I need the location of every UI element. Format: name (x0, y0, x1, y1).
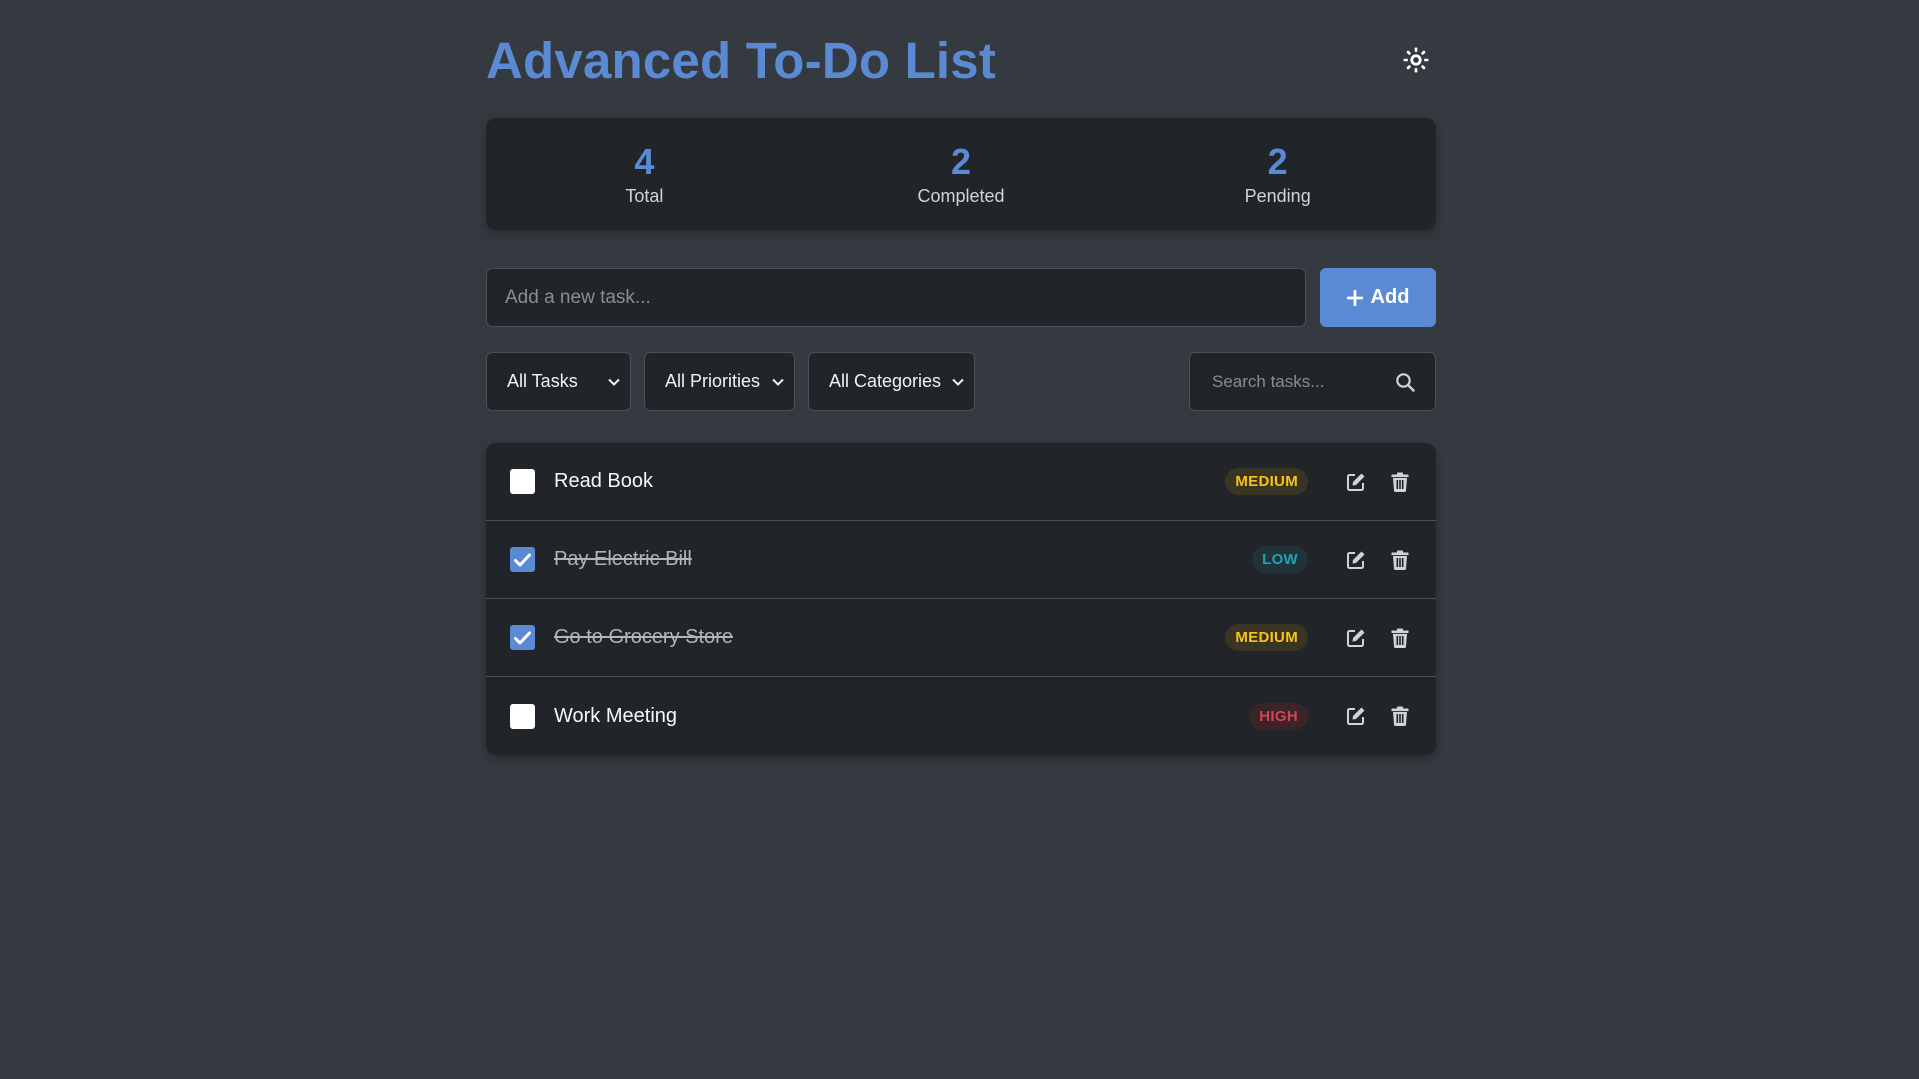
edit-icon (1347, 707, 1365, 725)
new-task-input[interactable] (486, 268, 1306, 327)
stat-completed-label: Completed (917, 185, 1005, 206)
task-actions (1344, 548, 1412, 572)
stat-total-label: Total (625, 185, 664, 206)
edit-button[interactable] (1344, 626, 1368, 650)
stat-pending-value: 2 (1267, 140, 1288, 182)
trash-icon (1391, 628, 1409, 648)
task-checkbox[interactable] (510, 547, 535, 572)
task-text: Work Meeting (554, 704, 678, 727)
priority-badge: MEDIUM (1225, 624, 1308, 651)
filter-row: All Tasks All Priorities All Categories (486, 352, 1436, 411)
stat-total: 4 Total (486, 140, 803, 207)
theme-toggle-button[interactable] (1396, 40, 1436, 80)
check-icon (514, 631, 531, 644)
edit-button[interactable] (1344, 548, 1368, 572)
delete-button[interactable] (1388, 470, 1412, 494)
delete-button[interactable] (1388, 704, 1412, 728)
task-item: Pay Electric Bill LOW (486, 521, 1436, 599)
sun-icon (1403, 47, 1429, 73)
edit-button[interactable] (1344, 704, 1368, 728)
plus-icon (1346, 289, 1363, 306)
priority-badge: LOW (1252, 546, 1308, 573)
edit-icon (1347, 473, 1365, 491)
stat-total-value: 4 (634, 140, 655, 182)
delete-button[interactable] (1388, 548, 1412, 572)
task-actions (1344, 626, 1412, 650)
stats-panel: 4 Total 2 Completed 2 Pending (486, 118, 1436, 230)
trash-icon (1391, 550, 1409, 570)
task-text: Pay Electric Bill (554, 548, 692, 570)
task-text: Read Book (554, 470, 653, 492)
priority-filter-select[interactable]: All Priorities (644, 352, 795, 411)
priority-badge: HIGH (1249, 702, 1308, 730)
search-box (1189, 352, 1436, 411)
delete-button[interactable] (1388, 626, 1412, 650)
stat-completed: 2 Completed (803, 140, 1120, 207)
search-input[interactable] (1212, 371, 1395, 392)
stat-completed-value: 2 (950, 140, 972, 182)
task-text: Go to Grocery Store (554, 626, 733, 648)
add-button-label: Add (1370, 286, 1410, 308)
header: Advanced To-Do List (486, 0, 1436, 118)
app-container: Advanced To-Do List 4 Total 2 Completed … (486, 0, 1436, 755)
check-icon (514, 553, 531, 566)
task-actions (1344, 470, 1412, 494)
task-item: Go to Grocery Store MEDIUM (486, 599, 1436, 677)
status-filter-select[interactable]: All Tasks (486, 352, 631, 411)
trash-icon (1391, 472, 1409, 492)
edit-icon (1347, 551, 1365, 569)
page-title: Advanced To-Do List (486, 31, 997, 89)
chevron-down-icon (772, 378, 784, 386)
priority-badge: MEDIUM (1225, 468, 1308, 495)
add-task-row: Add (486, 268, 1436, 327)
task-item: Read Book MEDIUM (486, 443, 1436, 521)
task-checkbox[interactable] (510, 625, 535, 650)
trash-icon (1391, 706, 1409, 726)
search-icon[interactable] (1395, 372, 1415, 392)
stat-pending: 2 Pending (1119, 140, 1436, 207)
task-item: Work Meeting HIGH (486, 677, 1436, 755)
edit-icon (1347, 629, 1365, 647)
task-list: Read Book MEDIUM Pay Electric Bill LOW G… (486, 443, 1436, 755)
edit-button[interactable] (1344, 470, 1368, 494)
priority-filter-value: All Priorities (665, 371, 761, 391)
task-checkbox[interactable] (510, 469, 535, 494)
chevron-down-icon (952, 378, 964, 386)
category-filter-value: All Categories (829, 371, 942, 391)
add-task-button[interactable]: Add (1320, 268, 1436, 327)
stat-pending-label: Pending (1244, 185, 1311, 206)
task-checkbox[interactable] (510, 703, 535, 729)
task-actions (1344, 704, 1412, 728)
status-filter-value: All Tasks (507, 371, 578, 391)
category-filter-select[interactable]: All Categories (808, 352, 975, 411)
chevron-down-icon (608, 378, 620, 386)
